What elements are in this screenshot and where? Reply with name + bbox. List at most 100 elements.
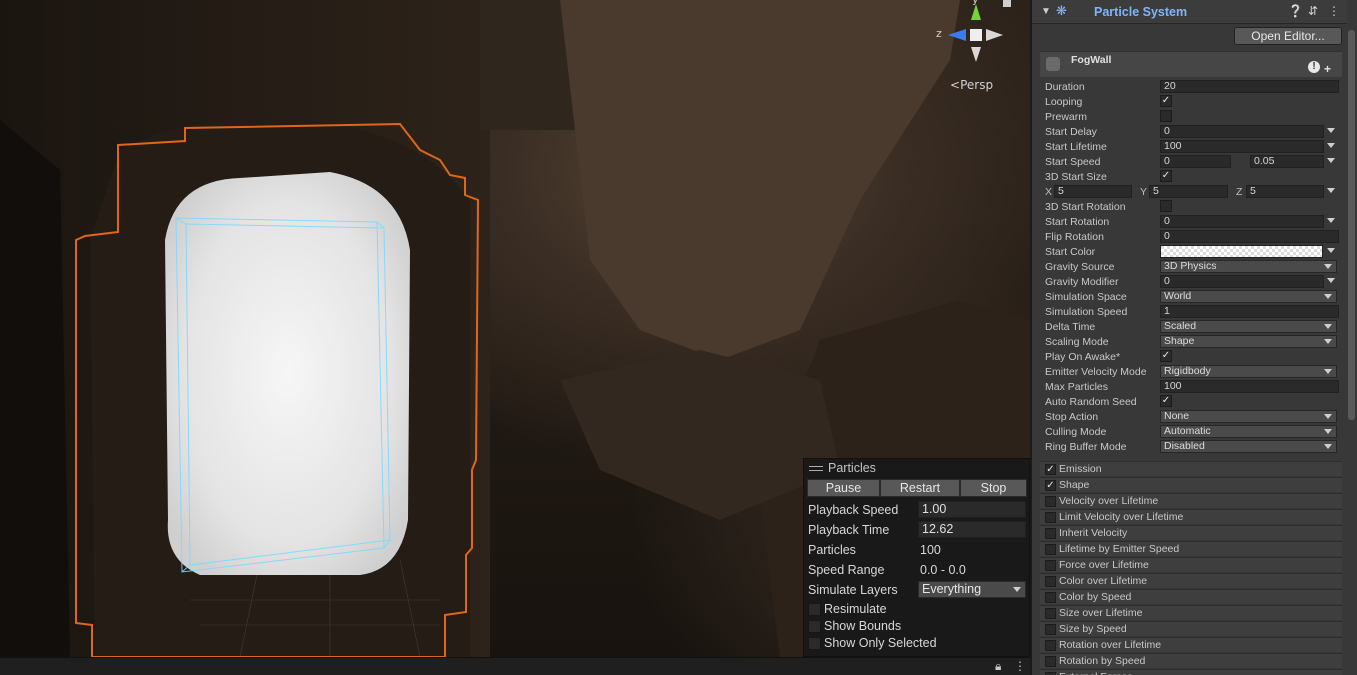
module-enable-checkbox[interactable]: ✓ [1045, 464, 1056, 475]
inspector-row: Simulation Space World [1032, 290, 1347, 305]
preset-icon[interactable]: ⇵ [1308, 4, 1318, 18]
dropdown[interactable]: None [1160, 410, 1337, 423]
module-row[interactable]: ✓ Shape [1040, 477, 1342, 492]
pause-button[interactable]: Pause [807, 479, 880, 497]
module-row[interactable]: Inherit Velocity [1040, 525, 1342, 540]
checkbox[interactable]: ✓ [1160, 350, 1172, 362]
module-enable-checkbox[interactable] [1045, 560, 1056, 571]
value-field[interactable]: 20 [1160, 80, 1339, 93]
x-field[interactable]: 5 [1054, 185, 1132, 198]
module-label: Emission [1059, 463, 1102, 475]
drag-handle-icon[interactable] [809, 466, 823, 471]
minmax-dropdown-icon[interactable] [1327, 188, 1335, 193]
module-enable-checkbox[interactable] [1045, 624, 1056, 635]
minmax-dropdown-icon[interactable] [1327, 218, 1335, 223]
chevron-down-icon [1324, 414, 1332, 419]
particle-system-component-header[interactable]: ▼ ❋ Particle System ❔ ⇵ ⋮ [1032, 0, 1347, 24]
checkbox[interactable] [1160, 110, 1172, 122]
particles-count-value: 100 [920, 543, 941, 557]
dropdown[interactable]: Scaled [1160, 320, 1337, 333]
add-system-icon[interactable]: + [1324, 62, 1331, 76]
minmax-dropdown-icon[interactable] [1327, 143, 1335, 148]
minmax-dropdown-icon[interactable] [1327, 158, 1335, 163]
particles-panel-title: Particles [828, 461, 876, 475]
checkbox[interactable]: ✓ [1160, 395, 1172, 407]
playback-speed-field[interactable]: 1.00 [918, 501, 1026, 518]
playback-time-field[interactable]: 12.62 [918, 521, 1026, 538]
module-row[interactable]: Size over Lifetime [1040, 605, 1342, 620]
module-enable-checkbox[interactable] [1045, 608, 1056, 619]
module-enable-checkbox[interactable] [1045, 528, 1056, 539]
module-label: Force over Lifetime [1059, 559, 1149, 571]
restart-button[interactable]: Restart [880, 479, 960, 497]
max-value-field[interactable]: 0.05 [1250, 155, 1324, 168]
inspector-row: Gravity Modifier 0 [1032, 275, 1347, 290]
playback-speed-label: Playback Speed [808, 503, 899, 517]
stop-button[interactable]: Stop [960, 479, 1027, 497]
module-row[interactable]: Color over Lifetime [1040, 573, 1342, 588]
module-label: Color over Lifetime [1059, 575, 1148, 587]
module-row[interactable]: Size by Speed [1040, 621, 1342, 636]
help-icon[interactable]: ❔ [1288, 4, 1303, 18]
module-row[interactable]: ✓ Emission [1040, 461, 1342, 476]
dropdown[interactable]: Automatic [1160, 425, 1337, 438]
lock-icon[interactable]: 🔒︎ [995, 659, 1001, 674]
foldout-arrow-icon[interactable]: ▼ [1041, 6, 1051, 17]
dropdown[interactable]: Rigidbody [1160, 365, 1337, 378]
persp-toggle[interactable]: <Persp [950, 78, 993, 92]
show-only-selected-label: Show Only Selected [824, 636, 937, 650]
module-row[interactable]: Rotation by Speed [1040, 653, 1342, 668]
value-field[interactable]: 1 [1160, 305, 1339, 318]
show-bounds-checkbox[interactable] [808, 620, 821, 633]
more-options-icon[interactable]: ⋮ [1328, 4, 1340, 18]
checkbox[interactable]: ✓ [1160, 95, 1172, 107]
module-row[interactable]: Limit Velocity over Lifetime [1040, 509, 1342, 524]
module-enable-checkbox[interactable] [1045, 592, 1056, 603]
value-field[interactable]: 0 [1160, 275, 1324, 288]
module-row[interactable]: Lifetime by Emitter Speed [1040, 541, 1342, 556]
value-field[interactable]: 100 [1160, 380, 1339, 393]
value-field[interactable]: 0 [1160, 230, 1339, 243]
dropdown[interactable]: World [1160, 290, 1337, 303]
module-row[interactable]: Force over Lifetime [1040, 557, 1342, 572]
module-enable-checkbox[interactable] [1045, 512, 1056, 523]
inspector-scrollbar[interactable] [1348, 30, 1355, 420]
y-field[interactable]: 5 [1149, 185, 1228, 198]
checkbox[interactable]: ✓ [1160, 170, 1172, 182]
scene-view[interactable]: z y <Persp Particles Pause Restart Stop … [0, 0, 1030, 657]
field-label: Auto Random Seed [1045, 396, 1137, 408]
module-enable-checkbox[interactable] [1045, 656, 1056, 667]
system-header[interactable]: FogWall ! + [1040, 51, 1342, 77]
color-field[interactable] [1160, 245, 1323, 258]
module-row[interactable]: Rotation over Lifetime [1040, 637, 1342, 652]
z-field[interactable]: 5 [1246, 185, 1324, 198]
dropdown[interactable]: 3D Physics [1160, 260, 1337, 273]
dropdown[interactable]: Shape [1160, 335, 1337, 348]
module-row[interactable]: External Forces [1040, 669, 1342, 675]
dropdown-value: World [1164, 290, 1192, 302]
warning-icon[interactable]: ! [1308, 61, 1320, 73]
minmax-dropdown-icon[interactable] [1327, 128, 1335, 133]
open-editor-button[interactable]: Open Editor... [1234, 27, 1342, 45]
resimulate-checkbox[interactable] [808, 603, 821, 616]
module-enable-checkbox[interactable] [1045, 544, 1056, 555]
module-enable-checkbox[interactable]: ✓ [1045, 480, 1056, 491]
minmax-dropdown-icon[interactable] [1327, 278, 1335, 283]
module-row[interactable]: Velocity over Lifetime [1040, 493, 1342, 508]
min-value-field[interactable]: 0 [1160, 155, 1231, 168]
more-menu-icon[interactable]: ⋮ [1014, 659, 1026, 673]
simulate-layers-dropdown[interactable]: Everything [918, 581, 1026, 598]
module-enable-checkbox[interactable] [1045, 576, 1056, 587]
field-label: Play On Awake* [1045, 351, 1121, 363]
minmax-dropdown-icon[interactable] [1327, 248, 1335, 253]
value-field[interactable]: 0 [1160, 215, 1324, 228]
inspector-row: Start Rotation 0 [1032, 215, 1347, 230]
value-field[interactable]: 100 [1160, 140, 1324, 153]
show-only-selected-checkbox[interactable] [808, 637, 821, 650]
module-row[interactable]: Color by Speed [1040, 589, 1342, 604]
checkbox[interactable] [1160, 200, 1172, 212]
module-enable-checkbox[interactable] [1045, 496, 1056, 507]
module-enable-checkbox[interactable] [1045, 640, 1056, 651]
value-field[interactable]: 0 [1160, 125, 1324, 138]
dropdown[interactable]: Disabled [1160, 440, 1337, 453]
